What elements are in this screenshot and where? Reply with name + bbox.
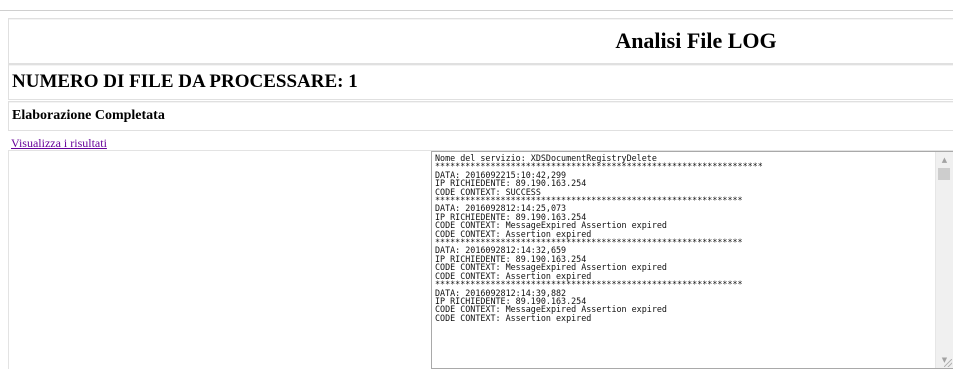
scroll-up-arrow-icon[interactable]: ▲ xyxy=(936,152,953,168)
scrollbar-thumb[interactable] xyxy=(938,168,950,180)
file-count-panel: NUMERO DI FILE DA PROCESSARE: 1 xyxy=(8,64,953,100)
vertical-scrollbar[interactable]: ▲ ▼ xyxy=(935,152,953,368)
top-divider xyxy=(0,10,953,11)
page-title: Analisi File LOG xyxy=(615,28,777,53)
log-output-textarea[interactable]: Nome del servizio: XDSDocumentRegistryDe… xyxy=(431,151,953,369)
resize-grip-icon[interactable] xyxy=(944,359,952,367)
log-output-text: Nome del servizio: XDSDocumentRegistryDe… xyxy=(435,153,763,323)
status-panel: Elaborazione Completata xyxy=(8,101,953,131)
results-left-cell xyxy=(8,151,430,369)
processing-status: Elaborazione Completata xyxy=(12,108,165,123)
files-to-process-heading: NUMERO DI FILE DA PROCESSARE: 1 xyxy=(12,71,358,92)
view-results-link[interactable]: Visualizza i risultati xyxy=(11,136,107,151)
title-panel: Analisi File LOG xyxy=(8,18,953,64)
